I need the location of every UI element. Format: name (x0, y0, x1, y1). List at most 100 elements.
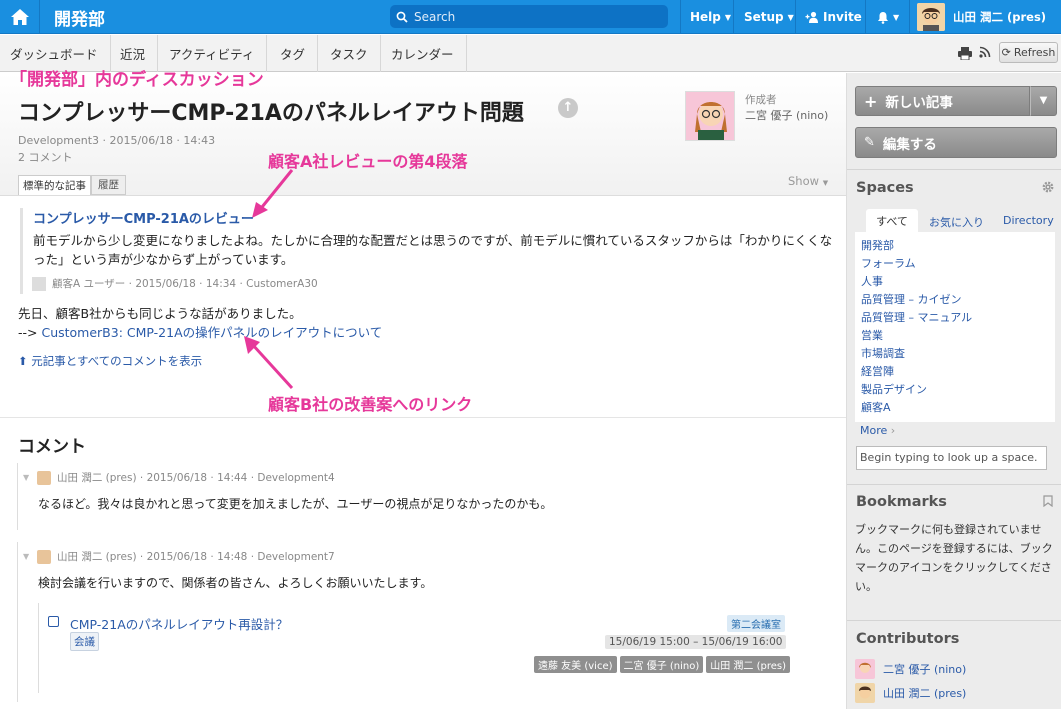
bookmark-icon[interactable] (1043, 495, 1053, 507)
chevron-down-icon: ▼ (893, 12, 900, 22)
spaces-list: 開発部 フォーラム 人事 品質管理 – カイゼン 品質管理 – マニュアル 営業… (861, 239, 972, 419)
comment-meta: 山田 潤二 (pres) · 2015/06/18 · 14:48 · Deve… (37, 549, 335, 564)
contributor-name: 山田 潤二 (pres) (883, 687, 967, 700)
contributor-item[interactable]: 山田 潤二 (pres) (855, 683, 966, 703)
comment-meta-text: 山田 潤二 (pres) · 2015/06/18 · 14:44 · Deve… (57, 472, 335, 484)
invite-button[interactable]: Invite (795, 0, 865, 34)
user-icon (32, 276, 46, 291)
search-icon (396, 11, 408, 23)
setup-menu[interactable]: Setup ▼ (733, 0, 795, 34)
space-item[interactable]: 人事 (861, 275, 972, 293)
sidebar-divider (847, 620, 1061, 621)
home-icon (10, 9, 29, 25)
nav-tags[interactable]: タグ (268, 35, 319, 72)
arrow-up-circle-icon: ⬆ (18, 354, 28, 368)
comment-thread (17, 542, 18, 702)
body-paragraph: 先日、顧客B社からも同じような話がありました。 (18, 306, 302, 321)
calendar-icon (48, 616, 59, 627)
edit-button[interactable]: ✎ 編集する (855, 127, 1057, 158)
comment-count[interactable]: 2 コメント (18, 149, 73, 165)
help-menu[interactable]: Help ▼ (680, 0, 733, 34)
space-item[interactable]: 顧客A (861, 401, 972, 419)
callout-improvement-link: 顧客B社の改善案へのリンク (268, 395, 473, 414)
nav-calendar[interactable]: カレンダー (379, 35, 467, 72)
top-bar: 開発部 Search Help ▼ Setup ▼ Invite ▼ 山田 潤二 (… (0, 0, 1061, 34)
quote-body: 前モデルから少し変更になりましたよね。たしかに合理的な配置だとは思うのですが、前… (33, 233, 833, 267)
rss-icon[interactable] (979, 46, 991, 58)
author-name[interactable]: 二宮 優子 (nino) (745, 107, 828, 123)
tab-spaces-favorites[interactable]: お気に入り (929, 214, 984, 230)
tab-standard[interactable]: 標準的な記事 (18, 175, 91, 196)
contributor-item[interactable]: 二宮 優子 (nino) (855, 659, 966, 679)
user-menu[interactable]: 山田 潤二 (pres) (909, 0, 1061, 34)
new-post-dropdown[interactable]: ▼ (1030, 86, 1057, 116)
comment-meta: 山田 潤二 (pres) · 2015/06/18 · 14:44 · Deve… (37, 470, 335, 485)
attendee-badge[interactable]: 二宮 優子 (nino) (619, 656, 704, 673)
author-avatar[interactable] (685, 91, 735, 141)
customer-b-link[interactable]: CustomerB3: CMP-21Aの操作パネルのレイアウトについて (41, 325, 382, 340)
search-placeholder: Search (414, 9, 456, 24)
comment-body: なるほど。我々は良かれと思って変更を加えましたが、ユーザーの視点が足りなかったの… (38, 497, 553, 511)
pencil-icon: ✎ (864, 135, 875, 150)
group-name[interactable]: 開発部 (54, 5, 105, 30)
setup-label: Setup (744, 10, 784, 24)
show-all-label: 元記事とすべてのコメントを表示 (31, 354, 203, 368)
contributor-name: 二宮 優子 (nino) (883, 663, 967, 676)
quote-title[interactable]: コンプレッサーCMP-21Aのレビュー (33, 208, 835, 227)
arrow-up-icon[interactable]: ↑ (558, 98, 578, 118)
tab-spaces-directory[interactable]: Directory (1003, 214, 1054, 227)
event-title[interactable]: CMP-21Aのパネルレイアウト再設計？ (70, 614, 288, 633)
collapse-icon[interactable]: ▼ (23, 552, 29, 561)
tab-history[interactable]: 履歴 (91, 175, 126, 195)
space-item[interactable]: 市場調査 (861, 347, 972, 365)
home-button[interactable] (0, 0, 40, 34)
link-prefix: --> (18, 325, 42, 340)
tab-divider (0, 195, 846, 196)
section-divider (0, 417, 846, 418)
attendee-badge[interactable]: 遠藤 友美 (vice) (534, 656, 617, 673)
contributors-heading: Contributors (856, 631, 960, 647)
spaces-more-link[interactable]: More › (860, 424, 895, 437)
author-label: 作成者 (745, 94, 777, 106)
more-label: More (860, 424, 888, 437)
new-post-label: 新しい記事 (885, 95, 953, 111)
chevron-right-icon: › (890, 424, 896, 437)
space-item[interactable]: フォーラム (861, 257, 972, 275)
user-name: 山田 潤二 (pres) (953, 10, 1047, 24)
space-item[interactable]: 営業 (861, 329, 972, 347)
chevron-down-icon: ▼ (822, 179, 829, 187)
space-item[interactable]: 経営陣 (861, 365, 972, 383)
help-label: Help (690, 10, 721, 24)
new-post-button[interactable]: + 新しい記事 (855, 86, 1030, 116)
comment-thread (17, 463, 18, 530)
refresh-button[interactable]: ⟳ Refresh (999, 42, 1058, 63)
space-item[interactable]: 製品デザイン (861, 383, 972, 401)
refresh-label: Refresh (1013, 46, 1056, 59)
show-toggle[interactable]: Show ▼ (788, 174, 828, 188)
event-tag[interactable]: 会議 (70, 632, 99, 651)
bookmarks-heading: Bookmarks (856, 494, 947, 510)
page-title: コンプレッサーCMP-21Aのパネルレイアウト問題 (18, 101, 524, 126)
gear-icon[interactable] (1042, 181, 1054, 193)
space-item[interactable]: 品質管理 – カイゼン (861, 293, 972, 311)
event-time: 15/06/19 15:00 – 15/06/19 16:00 (605, 635, 787, 649)
tab-spaces-all[interactable]: すべて (866, 209, 918, 232)
space-item[interactable]: 開発部 (861, 239, 972, 257)
space-item[interactable]: 品質管理 – マニュアル (861, 311, 972, 329)
attendee-badge[interactable]: 山田 潤二 (pres) (706, 656, 791, 673)
edit-label: 編集する (882, 136, 937, 153)
bell-icon (878, 11, 888, 24)
bookmarks-empty-text: ブックマークに何も登録されていません。このページを登録するには、ブックマークのア… (855, 523, 1053, 593)
search-input[interactable]: Search (390, 5, 668, 28)
nav-tasks[interactable]: タスク (318, 35, 381, 72)
show-all-link[interactable]: ⬆ 元記事とすべてのコメントを表示 (18, 353, 202, 369)
comment-body: 検討会議を行いますので、関係者の皆さん、よろしくお願いいたします。 (38, 576, 433, 590)
notifications-button[interactable]: ▼ (865, 0, 909, 34)
space-lookup-input[interactable]: Begin typing to look up a space. (856, 446, 1047, 470)
plus-icon: + (864, 91, 878, 111)
show-label: Show (788, 174, 820, 188)
event-attendees: 遠藤 友美 (vice) 二宮 優子 (nino) 山田 潤二 (pres) (534, 656, 791, 673)
print-icon[interactable] (957, 46, 973, 60)
collapse-icon[interactable]: ▼ (23, 473, 29, 482)
quote-meta: 顧客A ユーザー · 2015/06/18 · 14:34 · Customer… (32, 276, 318, 291)
